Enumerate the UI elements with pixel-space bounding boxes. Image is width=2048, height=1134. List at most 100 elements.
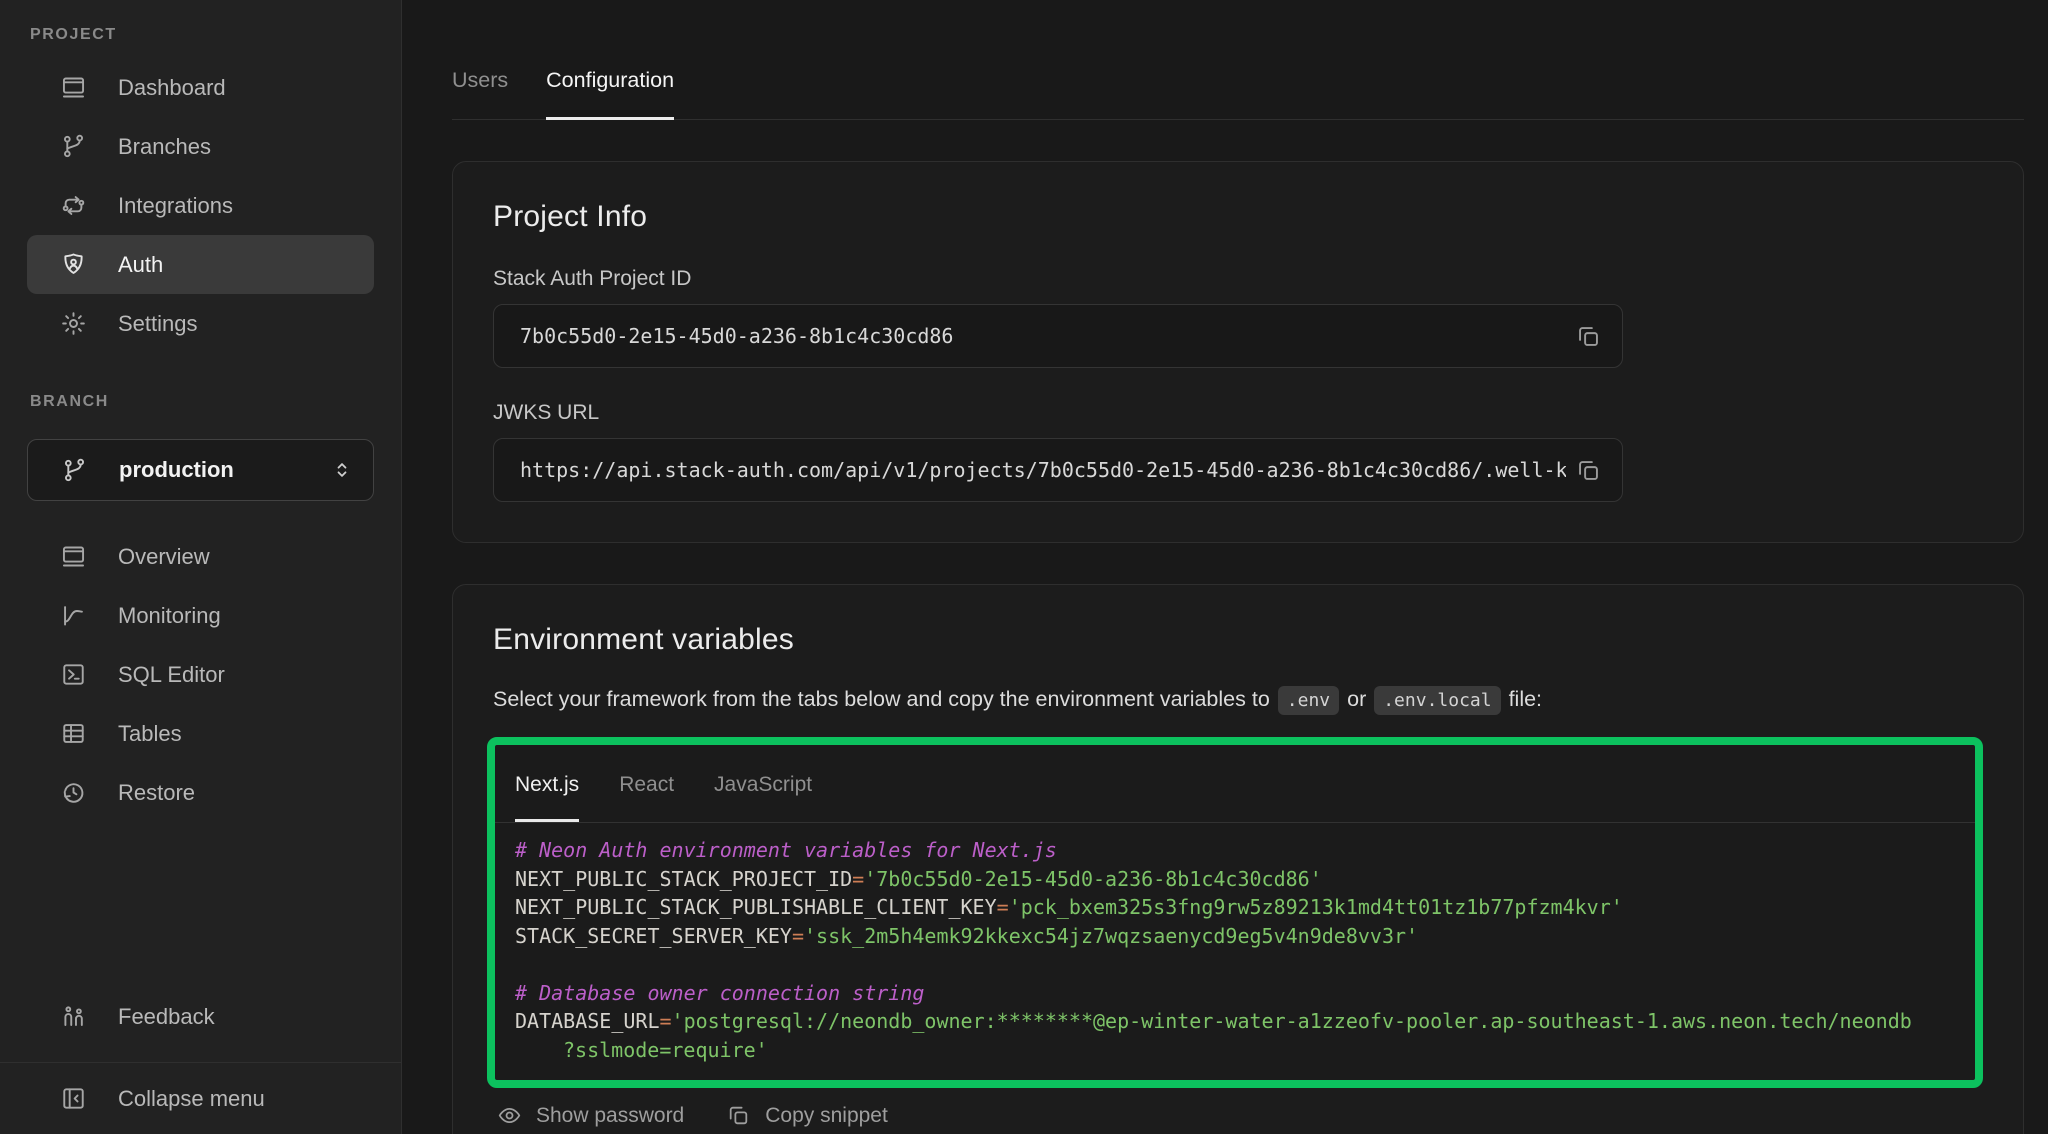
- tab-users[interactable]: Users: [452, 68, 508, 120]
- copy-snippet-label: Copy snippet: [765, 1104, 888, 1128]
- sidebar-item-label: Overview: [118, 544, 210, 570]
- sidebar-item-branches[interactable]: Branches: [27, 117, 374, 176]
- chevron-updown-icon: [331, 459, 353, 481]
- app-window: PROJECT Dashboard Branches Integrations: [0, 0, 2048, 1134]
- project-id-value: 7b0c55d0-2e15-45d0-a236-8b1c4c30cd86: [520, 324, 1566, 348]
- copy-icon: [1575, 323, 1602, 350]
- env-var-value: 'pck_bxem325s3fng9rw5z89213k1md4tt01tz1b…: [1009, 895, 1623, 919]
- jwks-url-label: JWKS URL: [493, 401, 1983, 425]
- env-file-chip: .env: [1278, 686, 1339, 715]
- env-var-value: '7b0c55d0-2e15-45d0-a236-8b1c4c30cd86': [864, 867, 1322, 891]
- description-text: or: [1347, 687, 1366, 711]
- code-line-continuation: ?sslmode=require': [515, 1036, 1955, 1065]
- sidebar-item-integrations[interactable]: Integrations: [27, 176, 374, 235]
- sidebar-item-sql-editor[interactable]: SQL Editor: [27, 645, 374, 704]
- sidebar: PROJECT Dashboard Branches Integrations: [0, 0, 402, 1134]
- sidebar-item-label: Dashboard: [118, 75, 226, 101]
- feedback-button[interactable]: Feedback: [27, 987, 374, 1046]
- equals-operator: =: [852, 867, 864, 891]
- copy-project-id-button[interactable]: [1566, 314, 1610, 358]
- sidebar-item-label: Monitoring: [118, 603, 221, 629]
- page-tabs: Users Configuration: [452, 0, 2024, 120]
- jwks-url-field: https://api.stack-auth.com/api/v1/projec…: [493, 438, 1623, 502]
- sidebar-item-label: Integrations: [118, 193, 233, 219]
- sidebar-item-label: Tables: [118, 721, 182, 747]
- sidebar-item-label: Auth: [118, 252, 163, 278]
- branch-icon: [61, 457, 88, 484]
- sidebar-item-auth[interactable]: Auth: [27, 235, 374, 294]
- project-section-label: PROJECT: [30, 26, 371, 44]
- description-text: Select your framework from the tabs belo…: [493, 687, 1270, 711]
- branch-nav: Overview Monitoring SQL Editor Tables: [0, 527, 401, 822]
- copy-icon: [1575, 457, 1602, 484]
- collapse-menu-row: Collapse menu: [0, 1062, 401, 1134]
- framework-tab-javascript[interactable]: JavaScript: [714, 745, 812, 822]
- env-var-name: NEXT_PUBLIC_STACK_PUBLISHABLE_CLIENT_KEY: [515, 895, 997, 919]
- copy-icon: [726, 1103, 751, 1128]
- jwks-url-value: https://api.stack-auth.com/api/v1/projec…: [520, 458, 1566, 482]
- tabs-divider: [452, 119, 2024, 120]
- environment-variables-title: Environment variables: [493, 623, 1983, 657]
- sidebar-footer: Feedback: [0, 987, 401, 1062]
- env-var-name: DATABASE_URL: [515, 1009, 660, 1033]
- sidebar-item-label: Branches: [118, 134, 211, 160]
- gear-icon: [60, 310, 87, 337]
- sidebar-item-monitoring[interactable]: Monitoring: [27, 586, 374, 645]
- equals-operator: =: [660, 1009, 672, 1033]
- sidebar-item-settings[interactable]: Settings: [27, 294, 374, 353]
- environment-variables-card: Environment variables Select your framew…: [452, 584, 2024, 1134]
- branch-selector[interactable]: production: [27, 439, 374, 501]
- feedback-label: Feedback: [118, 1004, 215, 1030]
- auth-shield-icon: [60, 251, 87, 278]
- tab-configuration[interactable]: Configuration: [546, 68, 674, 120]
- restore-history-icon: [60, 779, 87, 806]
- env-code-block[interactable]: # Neon Auth environment variables for Ne…: [495, 823, 1975, 1080]
- project-info-card: Project Info Stack Auth Project ID 7b0c5…: [452, 161, 2024, 543]
- branch-icon: [60, 133, 87, 160]
- env-local-file-chip: .env.local: [1374, 686, 1500, 715]
- framework-tab-react[interactable]: React: [619, 745, 674, 822]
- env-var-name: STACK_SECRET_SERVER_KEY: [515, 924, 792, 948]
- copy-jwks-url-button[interactable]: [1566, 448, 1610, 492]
- code-comment: # Neon Auth environment variables for Ne…: [515, 836, 1955, 865]
- show-password-button[interactable]: Show password: [497, 1103, 684, 1128]
- show-password-label: Show password: [536, 1104, 684, 1128]
- sidebar-item-label: Restore: [118, 780, 195, 806]
- code-line: NEXT_PUBLIC_STACK_PUBLISHABLE_CLIENT_KEY…: [515, 893, 1955, 922]
- sidebar-item-label: SQL Editor: [118, 662, 225, 688]
- project-nav: Dashboard Branches Integrations Auth: [0, 58, 401, 353]
- table-icon: [60, 720, 87, 747]
- sidebar-item-restore[interactable]: Restore: [27, 763, 374, 822]
- selected-branch-name: production: [119, 457, 300, 483]
- env-vars-description: Select your framework from the tabs belo…: [493, 687, 1983, 712]
- code-line: DATABASE_URL='postgresql://neondb_owner:…: [515, 1007, 1955, 1036]
- project-id-field: 7b0c55d0-2e15-45d0-a236-8b1c4c30cd86: [493, 304, 1623, 368]
- sidebar-item-overview[interactable]: Overview: [27, 527, 374, 586]
- collapse-menu-label: Collapse menu: [118, 1086, 265, 1112]
- main-content: Users Configuration Project Info Stack A…: [402, 0, 2048, 1134]
- project-info-title: Project Info: [493, 200, 1983, 234]
- env-var-name: NEXT_PUBLIC_STACK_PROJECT_ID: [515, 867, 852, 891]
- sidebar-item-dashboard[interactable]: Dashboard: [27, 58, 374, 117]
- sidebar-item-tables[interactable]: Tables: [27, 704, 374, 763]
- code-comment: # Database owner connection string: [515, 979, 1955, 1008]
- integrations-icon: [60, 192, 87, 219]
- monitoring-chart-icon: [60, 602, 87, 629]
- sql-editor-icon: [60, 661, 87, 688]
- sidebar-item-label: Settings: [118, 311, 198, 337]
- eye-icon: [497, 1103, 522, 1128]
- feedback-people-icon: [60, 1003, 87, 1030]
- code-line: NEXT_PUBLIC_STACK_PROJECT_ID='7b0c55d0-2…: [515, 865, 1955, 894]
- project-id-label: Stack Auth Project ID: [493, 267, 1983, 291]
- env-var-value: ?sslmode=require': [563, 1038, 768, 1062]
- dashboard-icon: [60, 74, 87, 101]
- framework-tab-nextjs[interactable]: Next.js: [515, 745, 579, 822]
- code-line: STACK_SECRET_SERVER_KEY='ssk_2m5h4emk92k…: [515, 922, 1955, 951]
- copy-snippet-button[interactable]: Copy snippet: [726, 1103, 888, 1128]
- overview-icon: [60, 543, 87, 570]
- env-var-value: 'ssk_2m5h4emk92kkexc54jz7wqzsaenycd9eg5v…: [804, 924, 1418, 948]
- code-blank-line: [515, 950, 1955, 979]
- equals-operator: =: [792, 924, 804, 948]
- collapse-menu-button[interactable]: Collapse menu: [27, 1069, 374, 1128]
- branch-section-label: BRANCH: [30, 393, 371, 411]
